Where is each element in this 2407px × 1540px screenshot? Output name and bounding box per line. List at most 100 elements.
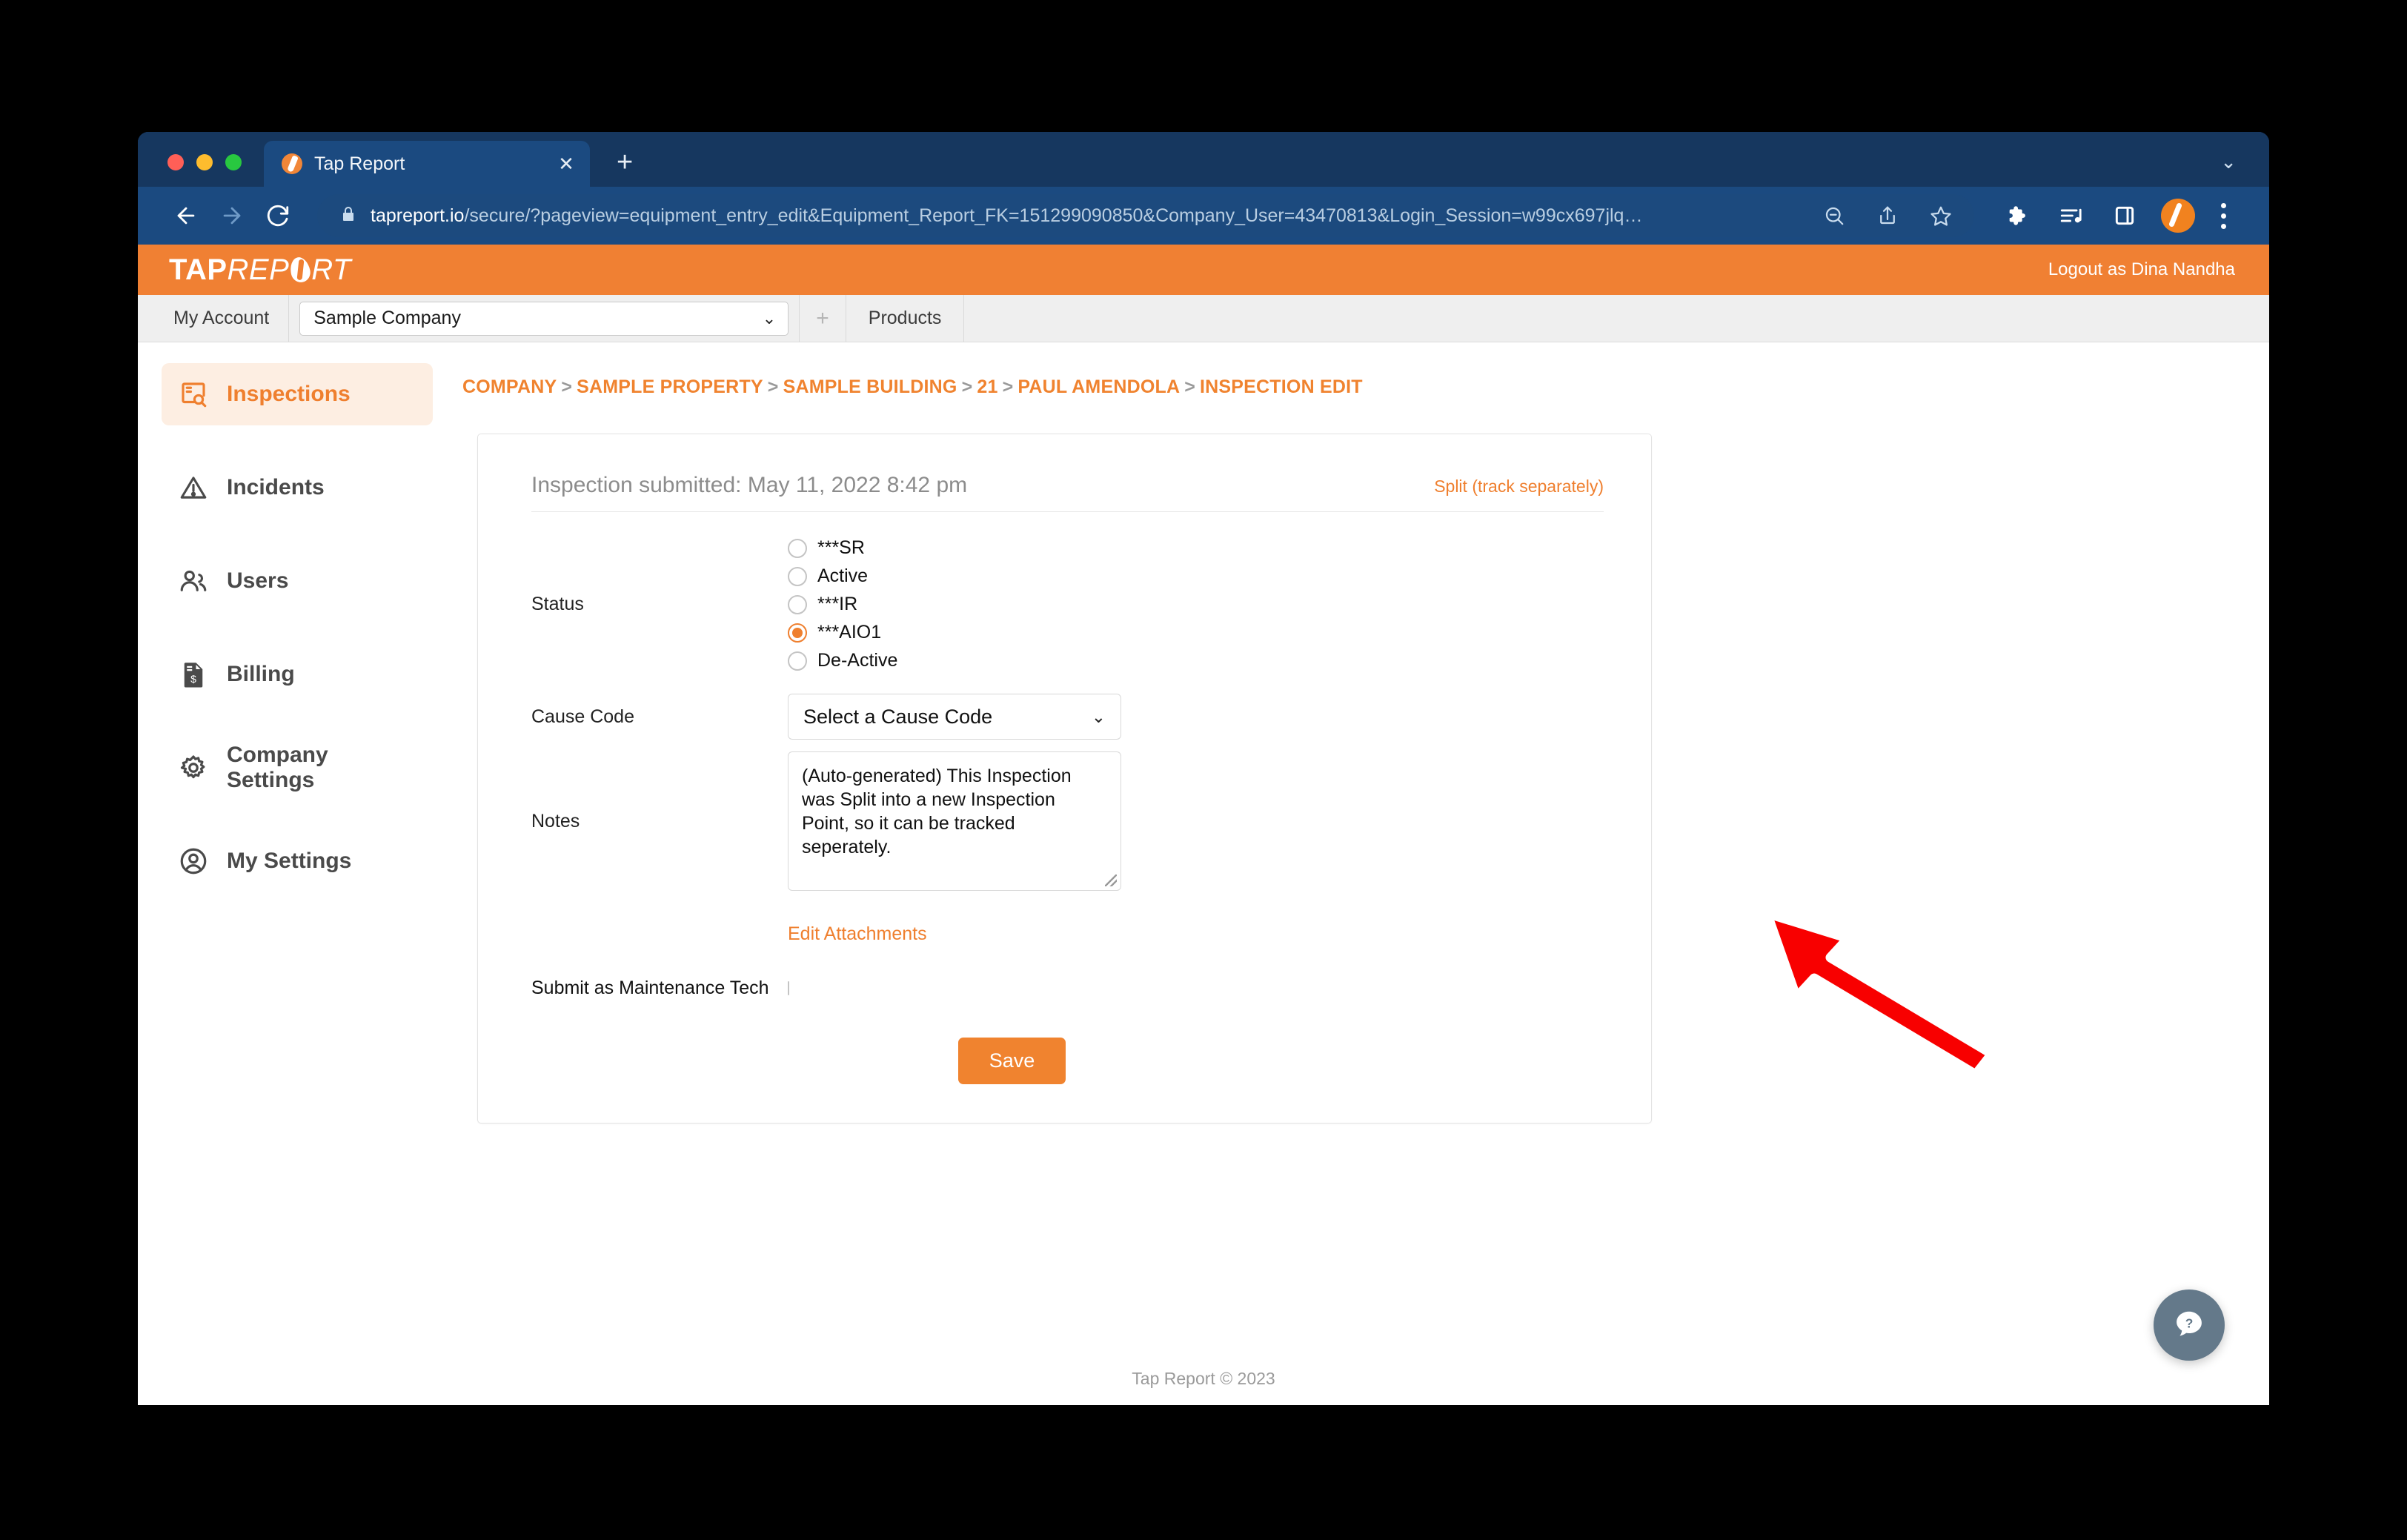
radio-label: ***AIO1: [817, 622, 882, 643]
address-bar[interactable]: tapreport.io/secure/?pageview=equipment_…: [317, 194, 1974, 237]
notes-textarea[interactable]: (Auto-generated) This Inspection was Spl…: [788, 751, 1121, 891]
breadcrumb-separator: >: [1002, 376, 1014, 397]
account-bar: My Account Sample Company ⌄ + Products: [138, 295, 2269, 342]
maintenance-tech-label: Submit as Maintenance Tech: [531, 978, 769, 998]
page-footer: Tap Report © 2023: [1132, 1369, 1275, 1388]
page-viewport: TAP REP RT Logout as Dina Nandha My Accoun…: [138, 245, 2269, 1405]
close-window-button[interactable]: [167, 154, 184, 170]
inspection-edit-card: Inspection submitted: May 11, 2022 8:42 …: [477, 434, 1652, 1124]
sidebar-item-label: Inspections: [227, 382, 351, 406]
sidebar-item-label: Company Settings: [227, 743, 328, 792]
tapreport-logo-icon: [282, 153, 302, 174]
tab-products[interactable]: Products: [846, 295, 965, 342]
status-row: Status ***SR Active ***IR ***AIO1 De-Act…: [531, 537, 1604, 671]
browser-tab-strip: Tap Report ✕ + ⌄: [138, 132, 2269, 187]
media-playlist-icon[interactable]: [2048, 193, 2094, 239]
users-icon: [178, 565, 209, 597]
breadcrumb-item-21[interactable]: 21: [977, 376, 997, 397]
notes-label: Notes: [531, 810, 580, 832]
radio-icon-selected: [788, 623, 807, 643]
sidebar-item-users[interactable]: Users: [162, 550, 433, 612]
user-circle-icon: [178, 846, 209, 877]
gear-icon: [178, 752, 209, 783]
browser-tab[interactable]: Tap Report ✕: [264, 141, 590, 187]
cause-code-value: Select a Cause Code: [803, 705, 993, 728]
radio-label: Active: [817, 565, 869, 586]
company-select[interactable]: Sample Company ⌄: [299, 301, 789, 336]
sidebar-item-incidents[interactable]: Incidents: [162, 457, 433, 519]
breadcrumb-separator: >: [767, 376, 779, 397]
maximize-window-button[interactable]: [225, 154, 242, 170]
cause-code-row: Cause Code Select a Cause Code ⌄: [531, 694, 1604, 740]
split-track-separately-link[interactable]: Split (track separately): [1434, 477, 1604, 497]
breadcrumb-separator: >: [1184, 376, 1196, 397]
notes-row: Notes (Auto-generated) This Inspection w…: [531, 751, 1604, 891]
breadcrumb: COMPANY > SAMPLE PROPERTY > SAMPLE BUILDING >…: [462, 376, 2269, 398]
chevron-down-icon: ⌄: [1091, 706, 1106, 726]
status-option-sr[interactable]: ***SR: [788, 537, 1604, 559]
edit-attachments-link[interactable]: Edit Attachments: [788, 923, 927, 945]
sidebar-item-company-settings[interactable]: Company Settings: [162, 737, 433, 799]
card-header: Inspection submitted: May 11, 2022 8:42 …: [531, 473, 1604, 512]
breadcrumb-item-sample-building[interactable]: SAMPLE BUILDING: [783, 376, 957, 397]
window-traffic-lights: [138, 154, 242, 187]
sidebar-item-label: Billing: [227, 662, 295, 686]
attachments-row: Edit Attachments: [531, 901, 1604, 945]
breadcrumb-separator: >: [561, 376, 573, 397]
profile-avatar-icon[interactable]: [2161, 199, 2195, 233]
sidebar-item-my-settings[interactable]: My Settings: [162, 830, 433, 892]
three-dot-menu-icon[interactable]: [2202, 193, 2244, 239]
reload-button[interactable]: [255, 193, 301, 239]
side-panel-icon[interactable]: [2102, 193, 2148, 239]
url-text: tapreport.io/secure/?pageview=equipment_…: [371, 205, 1801, 227]
radio-icon: [788, 566, 807, 586]
help-question-bubble-icon: ?: [2177, 1311, 2202, 1336]
minimize-window-button[interactable]: [196, 154, 213, 170]
inspections-icon: [178, 379, 209, 410]
company-select-value: Sample Company: [313, 308, 461, 328]
radio-label: ***IR: [817, 594, 858, 614]
status-label: Status: [531, 594, 584, 614]
chevron-down-icon: ⌄: [762, 308, 777, 328]
zoom-out-icon[interactable]: [1814, 196, 1854, 236]
breadcrumb-item-paul-amendola[interactable]: PAUL AMENDOLA: [1017, 376, 1180, 397]
status-option-de-active[interactable]: De-Active: [788, 650, 1604, 671]
share-icon[interactable]: [1868, 196, 1908, 236]
cause-code-select[interactable]: Select a Cause Code ⌄: [788, 694, 1121, 740]
cause-code-label: Cause Code: [531, 706, 634, 727]
status-option-active[interactable]: Active: [788, 565, 1604, 587]
browser-toolbar: tapreport.io/secure/?pageview=equipment_…: [138, 187, 2269, 245]
breadcrumb-item-inspection-edit[interactable]: INSPECTION EDIT: [1200, 376, 1363, 397]
help-button[interactable]: ?: [2154, 1290, 2225, 1361]
browser-window: Tap Report ✕ + ⌄ tapreport.io/secure/?pa…: [138, 132, 2269, 1405]
logo-text-tap: TAP: [169, 253, 228, 286]
radio-icon: [788, 538, 807, 558]
logo-drop-icon: [288, 255, 313, 285]
status-radio-group: ***SR Active ***IR ***AIO1 De-Active: [788, 537, 1604, 671]
star-icon[interactable]: [1921, 196, 1961, 236]
forward-button[interactable]: [209, 193, 255, 239]
tab-my-account[interactable]: My Account: [154, 295, 290, 342]
add-company-button[interactable]: +: [799, 295, 846, 342]
sidebar: Inspections Incidents Users $ Billing Co…: [138, 342, 456, 1405]
puzzle-icon[interactable]: [1995, 193, 2041, 239]
breadcrumb-item-sample-property[interactable]: SAMPLE PROPERTY: [577, 376, 763, 397]
logout-link[interactable]: Logout as Dina Nandha: [2048, 259, 2235, 280]
maintenance-tech-checkbox[interactable]: [788, 980, 789, 995]
tapreport-wordmark-logo[interactable]: TAP REP RT: [169, 253, 351, 287]
chevron-down-icon[interactable]: ⌄: [2220, 150, 2237, 173]
breadcrumb-item-company[interactable]: COMPANY: [462, 376, 557, 397]
maintenance-tech-row: Submit as Maintenance Tech: [531, 978, 1604, 999]
sidebar-item-billing[interactable]: $ Billing: [162, 643, 433, 706]
radio-label: ***SR: [817, 537, 865, 558]
save-button[interactable]: Save: [957, 1038, 1066, 1084]
new-tab-button[interactable]: +: [617, 148, 633, 176]
sidebar-item-inspections[interactable]: Inspections: [162, 363, 433, 425]
status-option-aio1[interactable]: ***AIO1: [788, 622, 1604, 643]
breadcrumb-separator: >: [961, 376, 973, 397]
status-option-ir[interactable]: ***IR: [788, 594, 1604, 615]
invoice-dollar-icon: $: [178, 659, 209, 690]
back-button[interactable]: [163, 193, 209, 239]
close-tab-icon[interactable]: ✕: [556, 154, 577, 173]
radio-icon: [788, 651, 807, 671]
